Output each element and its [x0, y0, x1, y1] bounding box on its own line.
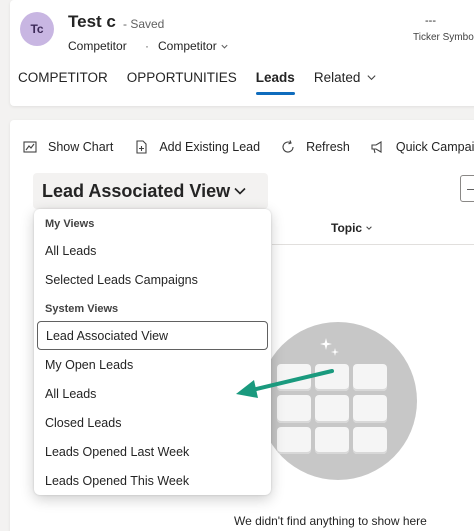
record-title: Test c — [68, 12, 116, 31]
view-selector[interactable]: Lead Associated View — [33, 173, 268, 209]
tab-label: COMPETITOR — [18, 70, 108, 85]
view-option-closed-leads[interactable]: Closed Leads — [45, 416, 121, 430]
add-document-icon — [136, 140, 147, 154]
tab-label: OPPORTUNITIES — [126, 70, 237, 85]
entity-name: Competitor — [68, 39, 127, 53]
chevron-down-icon — [366, 226, 372, 230]
tab-related[interactable]: Related — [314, 70, 378, 95]
save-status: - Saved — [123, 17, 165, 31]
show-chart-label: Show Chart — [48, 140, 114, 154]
view-option-all-leads[interactable]: All Leads — [45, 387, 96, 401]
my-views-header: My Views — [45, 218, 95, 230]
view-option-leads-opened-this-week[interactable]: Leads Opened This Week — [45, 474, 189, 488]
chevron-down-icon — [367, 75, 376, 81]
view-option-selected-leads-campaigns[interactable]: Selected Leads Campaigns — [45, 273, 198, 287]
view-option-my-open-leads[interactable]: My Open Leads — [45, 358, 133, 372]
header-field-value: --- — [425, 15, 436, 27]
view-selector-label: Lead Associated View — [42, 180, 231, 201]
header-field-label: Ticker Symbol — [413, 32, 474, 43]
refresh-button[interactable]: Refresh — [280, 139, 350, 155]
add-existing-lead-label: Add Existing Lead — [159, 140, 261, 154]
chevron-down-icon — [221, 44, 228, 49]
record-tabs: COMPETITOR OPPORTUNITIES Leads Related — [18, 70, 396, 95]
column-header-topic[interactable]: Topic — [331, 221, 373, 235]
grid-toggle-line — [467, 189, 474, 190]
show-chart-button[interactable]: Show Chart — [22, 139, 113, 155]
view-dropdown-menu: My Views All Leads Selected Leads Campai… — [34, 209, 271, 495]
system-views-header: System Views — [45, 303, 119, 315]
tab-label: Leads — [255, 70, 295, 85]
grid-header-divider — [272, 244, 474, 245]
tab-opportunities[interactable]: OPPORTUNITIES — [127, 70, 237, 95]
view-option-all-leads-personal[interactable]: All Leads — [45, 244, 96, 258]
tab-competitor[interactable]: COMPETITOR — [18, 70, 108, 95]
form-selector[interactable]: Competitor — [158, 39, 229, 53]
grid-illustration-icon — [277, 364, 387, 454]
empty-state-message: We didn't find anything to show here — [234, 514, 427, 528]
sparkle-icon — [320, 338, 339, 356]
add-existing-lead-button[interactable]: Add Existing Lead — [133, 139, 260, 155]
chart-icon — [23, 141, 37, 153]
command-bar: Show Chart Add Existing Lead Refresh Qui… — [22, 137, 474, 157]
tab-leads[interactable]: Leads — [255, 70, 295, 95]
tab-label: Related — [313, 70, 361, 85]
view-option-lead-associated-view[interactable]: Lead Associated View — [37, 321, 268, 350]
refresh-label: Refresh — [306, 140, 350, 154]
campaign-icon — [371, 141, 382, 154]
quick-campaign-button[interactable]: Quick Campaign — [370, 139, 474, 155]
refresh-icon — [282, 140, 294, 153]
view-option-leads-opened-last-week[interactable]: Leads Opened Last Week — [45, 445, 189, 459]
avatar: Tc — [20, 12, 54, 46]
quick-campaign-label: Quick Campaign — [395, 140, 474, 154]
chevron-down-icon — [234, 187, 246, 195]
form-selector-label: Competitor — [158, 39, 217, 53]
column-header-label: Topic — [331, 221, 363, 235]
entity-separator: · — [145, 39, 149, 53]
